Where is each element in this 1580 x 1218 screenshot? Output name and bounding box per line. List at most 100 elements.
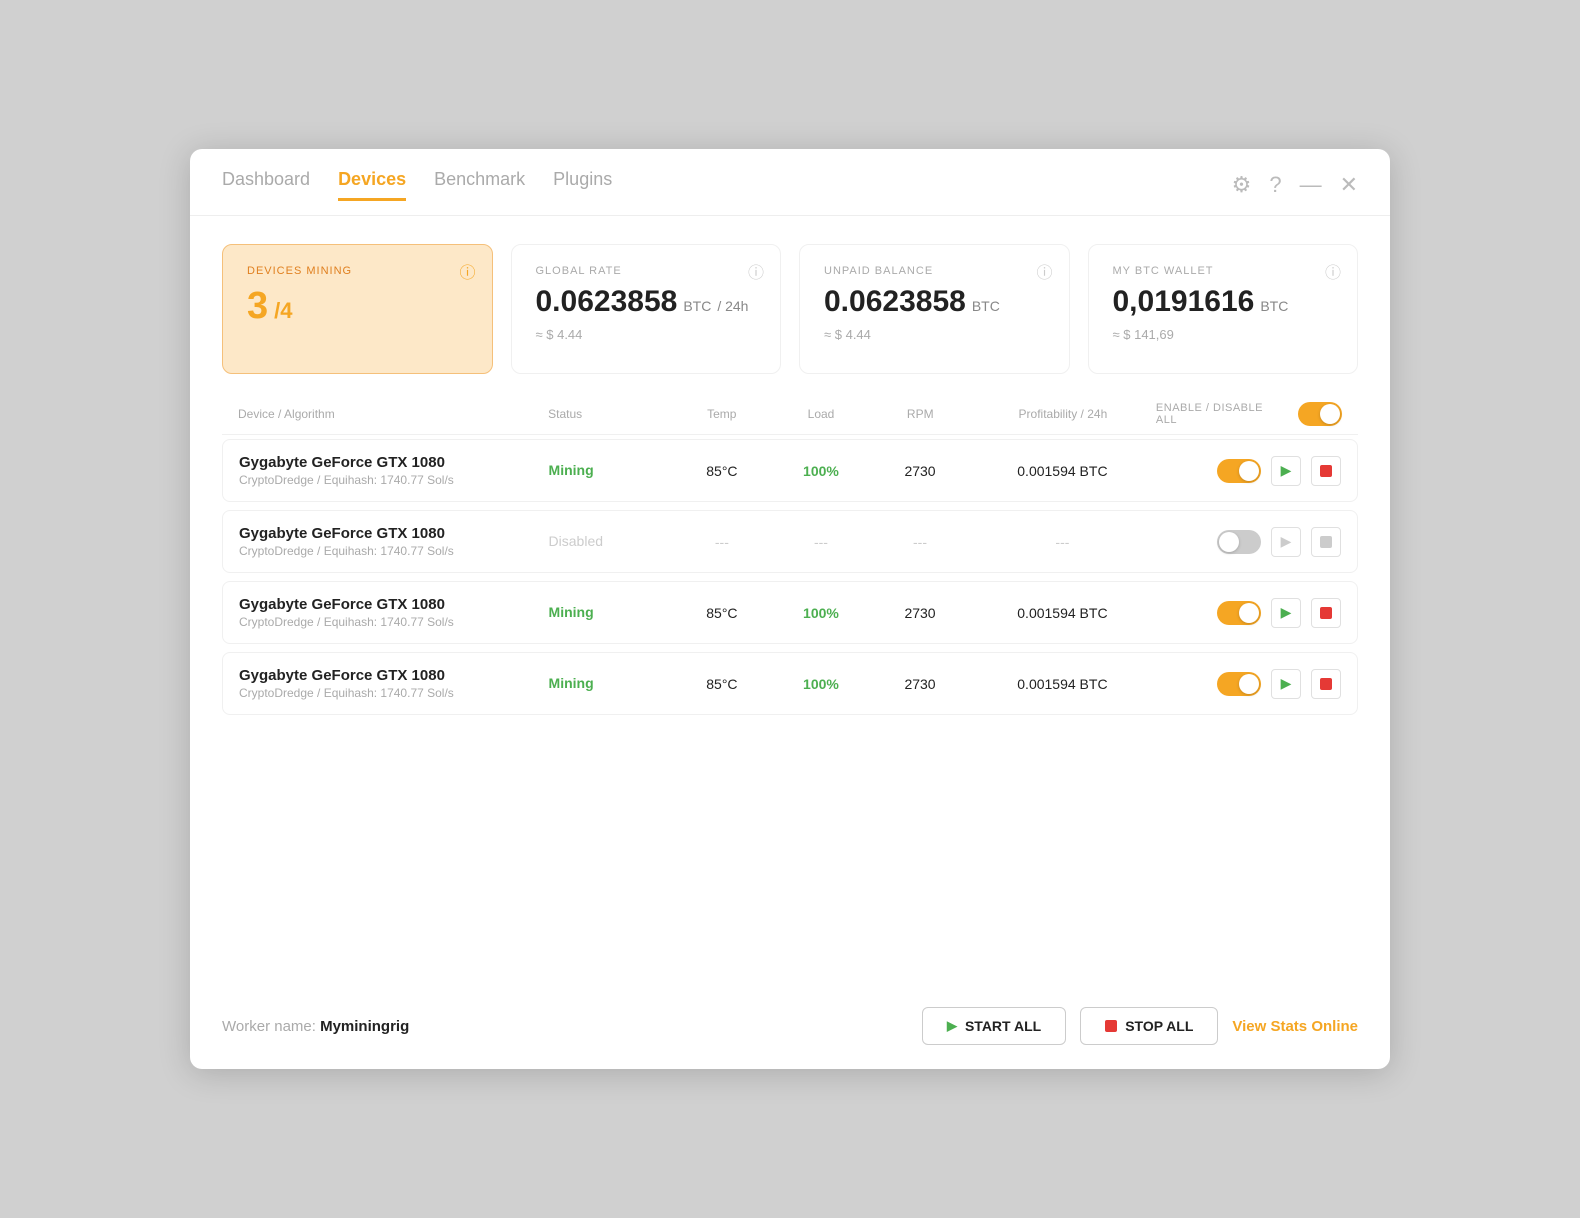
device-algo-2: CryptoDredge / Equihash: 1740.77 Sol/s xyxy=(239,544,549,558)
btc-wallet-unit: BTC xyxy=(1260,298,1288,314)
stat-btc-wallet: ⓘ MY BTC WALLET 0,0191616 BTC ≈ $ 141,69 xyxy=(1088,244,1359,374)
tab-benchmark[interactable]: Benchmark xyxy=(434,169,525,201)
devices-mining-count: 3 xyxy=(247,285,268,328)
worker-label-text: Worker name: xyxy=(222,1018,316,1035)
device-name-2: Gygabyte GeForce GTX 1080 xyxy=(239,525,549,542)
info-icon-wallet[interactable]: ⓘ xyxy=(1325,259,1341,283)
global-rate-number: 0.0623858 xyxy=(536,285,678,319)
device-play-2[interactable]: ▶ xyxy=(1271,527,1301,557)
device-load-4: 100% xyxy=(771,676,870,692)
device-stop-4[interactable] xyxy=(1311,669,1341,699)
device-profit-2: --- xyxy=(970,534,1156,550)
global-rate-label: GLOBAL RATE xyxy=(536,265,757,277)
window-controls: ⚙ ? — ✕ xyxy=(1232,174,1358,196)
btc-wallet-number: 0,0191616 xyxy=(1113,285,1255,319)
device-status-2: Disabled xyxy=(549,533,673,551)
device-toggle-3[interactable] xyxy=(1217,601,1261,625)
device-stop-3[interactable] xyxy=(1311,598,1341,628)
device-toggle-1[interactable] xyxy=(1217,459,1261,483)
minimize-icon[interactable]: — xyxy=(1300,174,1322,196)
device-info-2: Gygabyte GeForce GTX 1080 CryptoDredge /… xyxy=(239,525,549,558)
global-rate-approx: ≈ $ 4.44 xyxy=(536,327,757,342)
devices-mining-value: 3 /4 xyxy=(247,285,468,328)
unpaid-balance-label: UNPAID BALANCE xyxy=(824,265,1045,277)
header-device: Device / Algorithm xyxy=(238,407,548,421)
btc-wallet-label: MY BTC WALLET xyxy=(1113,265,1334,277)
tab-devices[interactable]: Devices xyxy=(338,169,406,201)
device-rpm-4: 2730 xyxy=(870,676,969,692)
device-status-3: Mining xyxy=(549,604,673,622)
stats-row: ⓘ DEVICES MINING 3 /4 ⓘ GLOBAL RATE 0.06… xyxy=(222,244,1358,374)
unpaid-balance-unit: BTC xyxy=(972,298,1000,314)
header-rpm: RPM xyxy=(871,407,970,421)
unpaid-balance-approx: ≈ $ 4.44 xyxy=(824,327,1045,342)
info-icon-unpaid[interactable]: ⓘ xyxy=(1036,259,1052,283)
device-temp-1: 85°C xyxy=(672,463,771,479)
status-label-4: Mining xyxy=(549,675,594,691)
main-content: ⓘ DEVICES MINING 3 /4 ⓘ GLOBAL RATE 0.06… xyxy=(190,216,1390,989)
nav-tabs: Dashboard Devices Benchmark Plugins xyxy=(222,169,612,201)
unpaid-balance-value: 0.0623858 BTC xyxy=(824,285,1045,319)
tab-plugins[interactable]: Plugins xyxy=(553,169,612,201)
device-play-1[interactable]: ▶ xyxy=(1271,456,1301,486)
device-temp-2: --- xyxy=(672,534,771,550)
device-algo-3: CryptoDredge / Equihash: 1740.77 Sol/s xyxy=(239,615,549,629)
device-load-2: --- xyxy=(771,534,870,550)
view-stats-button[interactable]: View Stats Online xyxy=(1232,1018,1358,1035)
close-icon[interactable]: ✕ xyxy=(1340,174,1358,196)
worker-label: Worker name: Myminingrig xyxy=(222,1018,409,1035)
tab-dashboard[interactable]: Dashboard xyxy=(222,169,310,201)
device-temp-4: 85°C xyxy=(672,676,771,692)
device-load-1: 100% xyxy=(771,463,870,479)
unpaid-balance-number: 0.0623858 xyxy=(824,285,966,319)
table-row: Gygabyte GeForce GTX 1080 CryptoDredge /… xyxy=(222,439,1358,502)
device-toggle-4[interactable] xyxy=(1217,672,1261,696)
enable-all-toggle[interactable] xyxy=(1298,402,1342,426)
device-rpm-3: 2730 xyxy=(870,605,969,621)
btc-wallet-approx: ≈ $ 141,69 xyxy=(1113,327,1334,342)
device-info-1: Gygabyte GeForce GTX 1080 CryptoDredge /… xyxy=(239,454,549,487)
table-header: Device / Algorithm Status Temp Load RPM … xyxy=(222,402,1358,435)
device-load-3: 100% xyxy=(771,605,870,621)
header-temp: Temp xyxy=(672,407,771,421)
status-label-1: Mining xyxy=(549,462,594,478)
device-name-3: Gygabyte GeForce GTX 1080 xyxy=(239,596,549,613)
device-rpm-1: 2730 xyxy=(870,463,969,479)
header-load: Load xyxy=(771,407,870,421)
device-toggle-2[interactable] xyxy=(1217,530,1261,554)
btc-wallet-value: 0,0191616 BTC xyxy=(1113,285,1334,319)
footer: Worker name: Myminingrig ▶ START ALL STO… xyxy=(190,989,1390,1069)
device-status-4: Mining xyxy=(549,675,673,693)
app-window: Dashboard Devices Benchmark Plugins ⚙ ? … xyxy=(190,149,1390,1069)
header-profit: Profitability / 24h xyxy=(970,407,1156,421)
devices-mining-total: /4 xyxy=(274,298,292,324)
stop-all-icon xyxy=(1105,1020,1117,1032)
device-play-4[interactable]: ▶ xyxy=(1271,669,1301,699)
device-profit-4: 0.001594 BTC xyxy=(970,676,1156,692)
footer-actions: ▶ START ALL STOP ALL View Stats Online xyxy=(922,1007,1358,1045)
device-algo-1: CryptoDredge / Equihash: 1740.77 Sol/s xyxy=(239,473,549,487)
devices-mining-label: DEVICES MINING xyxy=(247,265,468,277)
device-stop-1[interactable] xyxy=(1311,456,1341,486)
device-temp-3: 85°C xyxy=(672,605,771,621)
stat-devices-mining: ⓘ DEVICES MINING 3 /4 xyxy=(222,244,493,374)
global-rate-unit: BTC xyxy=(683,298,711,314)
device-actions-2: ▶ xyxy=(1155,527,1341,557)
help-icon[interactable]: ? xyxy=(1269,174,1281,196)
worker-name: Myminingrig xyxy=(320,1018,409,1035)
device-status-1: Mining xyxy=(549,462,673,480)
start-all-button[interactable]: ▶ START ALL xyxy=(922,1007,1066,1045)
stat-unpaid-balance: ⓘ UNPAID BALANCE 0.0623858 BTC ≈ $ 4.44 xyxy=(799,244,1070,374)
settings-icon[interactable]: ⚙ xyxy=(1232,174,1252,196)
device-play-3[interactable]: ▶ xyxy=(1271,598,1301,628)
header-status: Status xyxy=(548,407,672,421)
table-row: Gygabyte GeForce GTX 1080 CryptoDredge /… xyxy=(222,581,1358,644)
status-label-2: Disabled xyxy=(549,533,603,549)
device-stop-2[interactable] xyxy=(1311,527,1341,557)
device-actions-1: ▶ xyxy=(1155,456,1341,486)
device-info-3: Gygabyte GeForce GTX 1080 CryptoDredge /… xyxy=(239,596,549,629)
info-icon-devices[interactable]: ⓘ xyxy=(459,259,475,283)
stop-all-button[interactable]: STOP ALL xyxy=(1080,1007,1218,1045)
info-icon-global-rate[interactable]: ⓘ xyxy=(748,259,764,283)
device-actions-4: ▶ xyxy=(1155,669,1341,699)
